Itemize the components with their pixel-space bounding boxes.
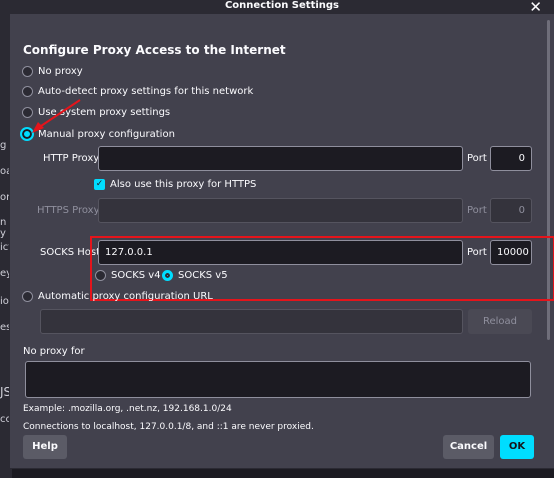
bg-fragment: io xyxy=(0,296,9,307)
cancel-button[interactable]: Cancel xyxy=(443,435,494,459)
radio-auto-detect[interactable]: Auto-detect proxy settings for this netw… xyxy=(22,86,253,97)
radio-icon[interactable] xyxy=(22,66,33,77)
annotation-arrow-icon xyxy=(32,99,81,133)
dialog-title: Connection Settings xyxy=(224,0,340,11)
radio-label: No proxy xyxy=(38,66,83,77)
auto-config-url-input[interactable] xyxy=(40,309,463,334)
https-checkbox-label: Also use this proxy for HTTPS xyxy=(110,179,257,190)
http-proxy-label: HTTP Proxy xyxy=(43,153,100,164)
help-button[interactable]: Help xyxy=(23,435,67,459)
bg-fragment: g xyxy=(0,140,7,151)
https-checkbox[interactable]: ✓ xyxy=(94,179,105,190)
https-port-label: Port xyxy=(467,205,487,216)
https-proxy-input[interactable] xyxy=(98,198,463,223)
radio-auto-config-url[interactable]: Automatic proxy configuration URL xyxy=(22,291,213,302)
radio-icon[interactable] xyxy=(22,291,33,302)
radio-label: Automatic proxy configuration URL xyxy=(38,291,213,302)
reload-button[interactable]: Reload xyxy=(468,309,532,334)
https-port-input[interactable]: 0 xyxy=(490,198,532,223)
section-heading: Configure Proxy Access to the Internet xyxy=(23,43,286,57)
ok-button[interactable]: OK xyxy=(500,435,534,459)
bg-fragment: or xyxy=(0,192,11,203)
radio-label: Auto-detect proxy settings for this netw… xyxy=(38,86,254,97)
http-proxy-input[interactable] xyxy=(98,146,463,171)
close-icon[interactable]: ✕ xyxy=(529,0,542,16)
http-port-label: Port xyxy=(467,153,487,164)
http-port-input[interactable]: 0 xyxy=(490,146,532,171)
title-bar: Connection Settings ✕ xyxy=(10,0,554,16)
radio-no-proxy[interactable]: No proxy xyxy=(22,66,83,77)
no-proxy-for-label: No proxy for xyxy=(23,346,85,357)
https-proxy-label: HTTPS Proxy xyxy=(37,205,100,216)
connection-settings-dialog: Connection Settings ✕ Configure Proxy Ac… xyxy=(10,0,554,468)
example-text: Example: .mozilla.org, .net.nz, 192.168.… xyxy=(23,404,232,414)
no-proxy-for-textarea[interactable] xyxy=(25,361,531,398)
localhost-note: Connections to localhost, 127.0.0.1/8, a… xyxy=(23,422,314,432)
radio-icon[interactable] xyxy=(22,86,33,97)
